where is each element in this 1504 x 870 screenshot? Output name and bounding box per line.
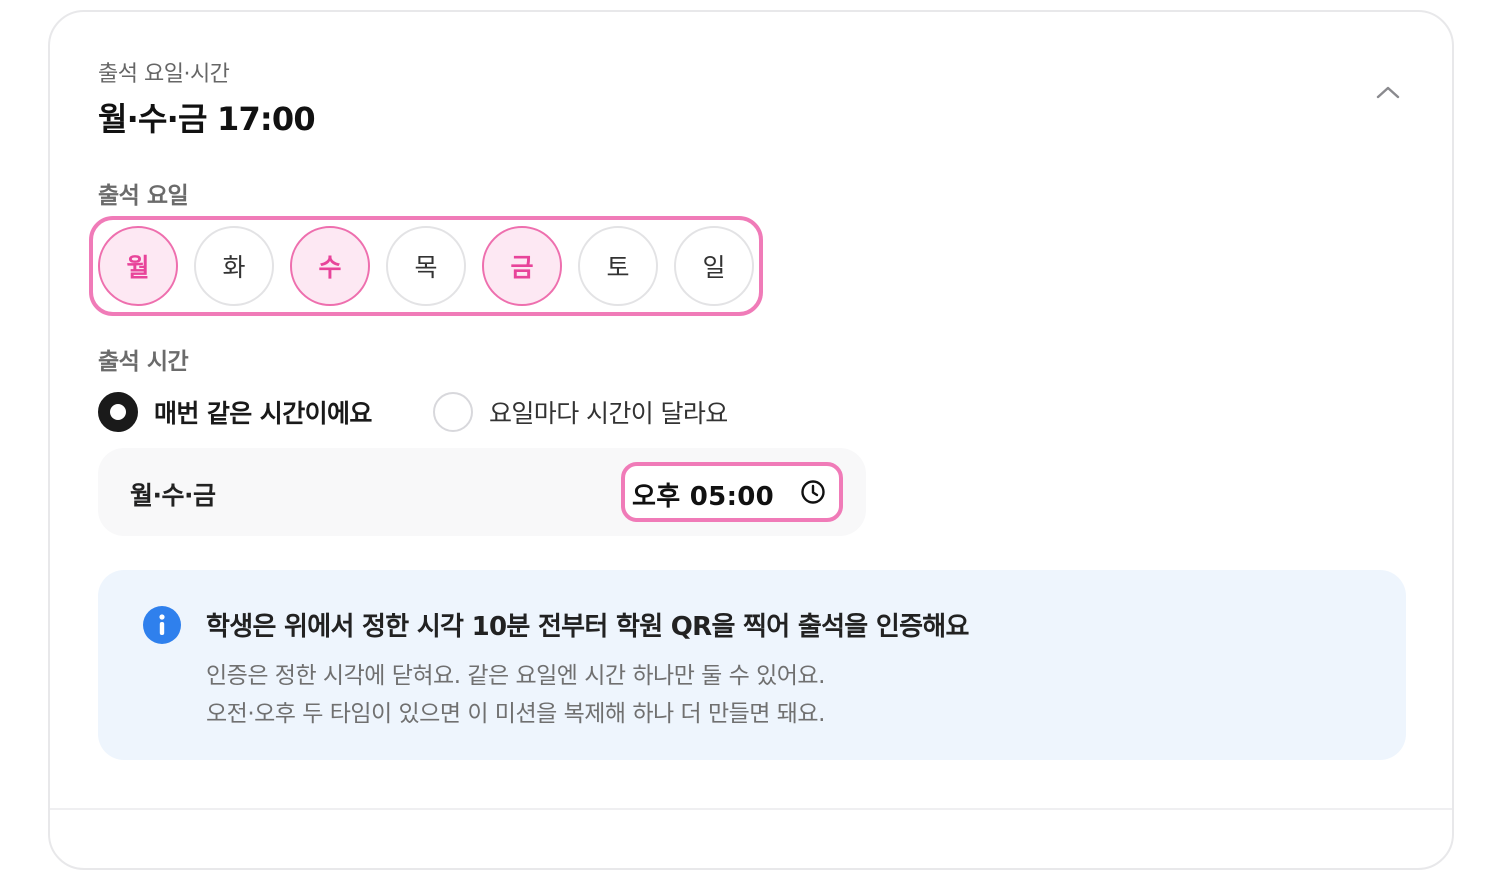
info-line-2: 오전·오후 두 타임이 있으면 이 미션을 복제해 하나 더 만들면 돼요. xyxy=(206,701,825,727)
day-sat[interactable]: 토 xyxy=(578,226,658,306)
day-thu[interactable]: 목 xyxy=(386,226,466,306)
days-label: 출석 요일 xyxy=(98,183,189,209)
chevron-up-icon xyxy=(1376,86,1400,99)
section-subtitle: 출석 요일·시간 xyxy=(98,62,230,87)
per-day-time-label: 요일마다 시간이 달라요 xyxy=(489,399,728,428)
radio-per-day-time[interactable] xyxy=(433,392,473,432)
day-wed[interactable]: 수 xyxy=(290,226,370,306)
day-sun[interactable]: 일 xyxy=(674,226,754,306)
time-value[interactable]: 오후 05:00 xyxy=(632,476,774,513)
clock-icon[interactable] xyxy=(799,478,827,506)
same-time-label: 매번 같은 시간이에요 xyxy=(154,399,372,428)
card-divider xyxy=(50,808,1452,810)
day-fri[interactable]: 금 xyxy=(482,226,562,306)
section-title: 월·수·금 17:00 xyxy=(98,100,316,138)
info-line-1: 인증은 정한 시각에 닫혀요. 같은 요일엔 시간 하나만 둘 수 있어요. xyxy=(206,663,825,689)
time-label: 출석 시간 xyxy=(98,349,189,375)
info-title: 학생은 위에서 정한 시각 10분 전부터 학원 QR을 찍어 출석을 인증해요 xyxy=(206,612,969,642)
info-icon xyxy=(143,606,181,644)
day-tue[interactable]: 화 xyxy=(194,226,274,306)
time-row-days: 월·수·금 xyxy=(130,481,216,510)
collapse-button[interactable] xyxy=(1366,72,1410,112)
radio-same-time[interactable] xyxy=(98,392,138,432)
day-mon[interactable]: 월 xyxy=(98,226,178,306)
same-time-option[interactable]: 매번 같은 시간이에요 xyxy=(98,392,372,432)
per-day-time-option[interactable]: 요일마다 시간이 달라요 xyxy=(433,392,728,432)
